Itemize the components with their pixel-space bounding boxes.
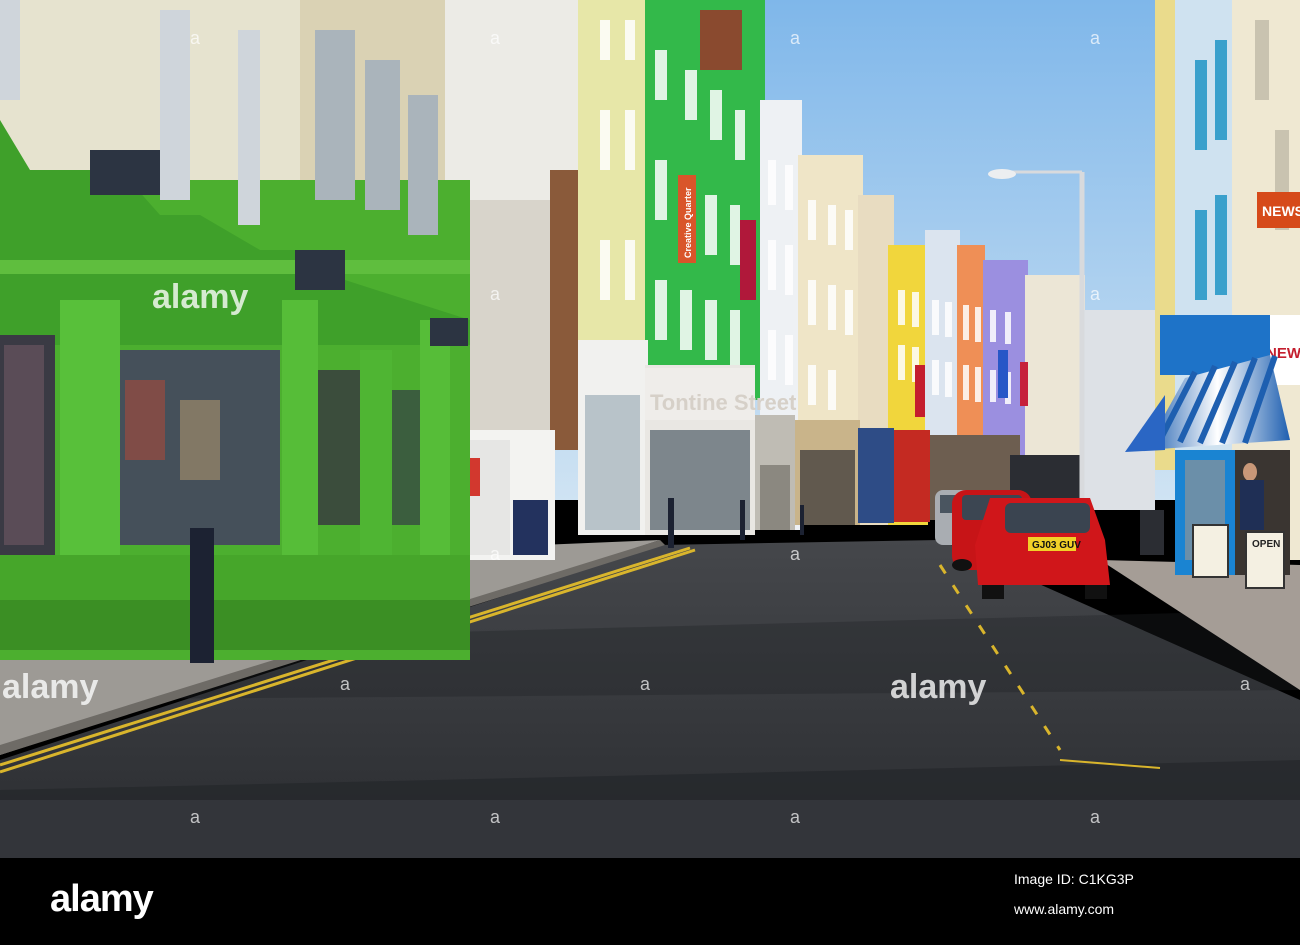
footer-bar: alamy Image ID: C1KG3P www.alamy.com (0, 858, 1300, 945)
watermark-dot-6: a (1090, 284, 1101, 304)
right-bollard (1140, 510, 1164, 555)
footer-logo: alamy (50, 878, 154, 920)
person-body (1240, 480, 1264, 530)
watermark-dot-5: a (490, 284, 501, 304)
wheelie-bin (513, 500, 548, 555)
image-id-label: Image ID: C1KG3P (1014, 871, 1134, 887)
a-board-sign-1 (1192, 524, 1229, 578)
watermark-dot-14: a (790, 807, 801, 827)
shopfront-lettering: Tontine Street (650, 390, 797, 415)
watermark-dot-15: a (1090, 807, 1101, 827)
person-head (1243, 463, 1257, 481)
newsagent-sign-text: NEWSA (1262, 203, 1300, 219)
watermark-left: alamy (2, 668, 98, 706)
watermark-dot-8: a (790, 544, 801, 564)
banner-creative-quarter-text: Creative Quarter (683, 187, 693, 258)
watermark-dot-4: a (190, 28, 201, 48)
car-number-plate: GJ03 GUV (1032, 540, 1081, 551)
watermark-dot-1: a (490, 28, 501, 48)
shopfront-blue (858, 428, 894, 523)
watermark-dot-11: a (1240, 674, 1251, 694)
green-shop-window-4 (392, 390, 422, 525)
watermark-dot-10: a (640, 674, 651, 694)
building-grey-modern (1080, 310, 1155, 510)
watermark-dot-13: a (490, 807, 501, 827)
watermark-dot-3: a (1090, 28, 1101, 48)
watermark-dot-2: a (790, 28, 801, 48)
watermark-dot-12: a (190, 807, 201, 827)
banner-blue (998, 350, 1008, 398)
banner-red-far (1020, 362, 1028, 406)
banner-red (740, 220, 756, 300)
watermark-top: alamy (152, 278, 248, 316)
watermark-dot-9: a (340, 674, 351, 694)
footer-url: www.alamy.com (1014, 901, 1115, 917)
red-car-front: GJ03 GUV (975, 498, 1110, 599)
watermark-right: alamy (890, 668, 986, 706)
shopfront-red (894, 430, 930, 522)
banner-red-mid (915, 365, 925, 417)
street-lamp (988, 169, 1016, 179)
open-sign-text: OPEN (1252, 539, 1280, 550)
bollard (190, 528, 214, 663)
street-photo: Creative Quarter Tontine Street NEWS NEW… (0, 0, 1300, 858)
watermark-dot-7: a (490, 544, 501, 564)
green-shop-window-3 (315, 370, 360, 525)
